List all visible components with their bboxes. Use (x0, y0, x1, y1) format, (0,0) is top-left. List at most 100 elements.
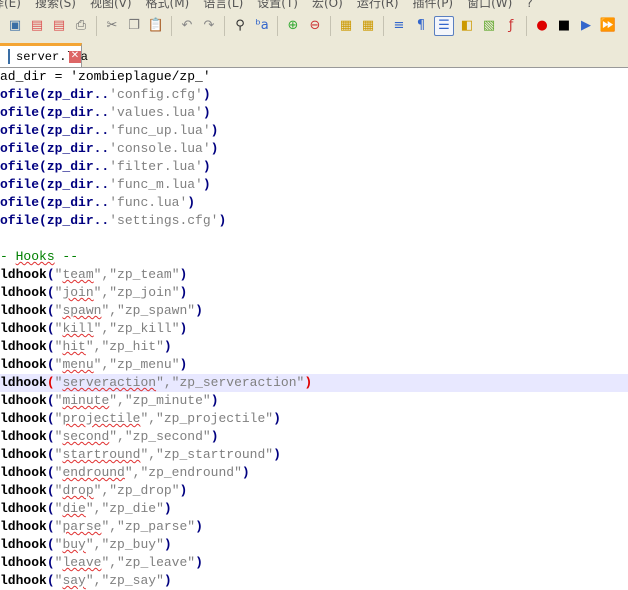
tab-server-lua[interactable]: server.lua ✕ (0, 43, 88, 67)
save-all-icon[interactable]: ▣ (6, 17, 24, 35)
hook-name: minute (62, 393, 110, 408)
replace-icon[interactable]: ᵇa (253, 17, 271, 35)
paren: ( (46, 555, 55, 570)
code-line: ofile(zp_dir..'filter.lua') (0, 158, 628, 176)
menu-item[interactable]: 格式(M) (146, 0, 190, 10)
find-icon[interactable]: ⚲ (231, 17, 249, 35)
hook-name: serveraction (62, 375, 157, 390)
menu-item[interactable]: 设置(T) (257, 0, 298, 10)
separator (526, 15, 527, 36)
user-lang-icon[interactable]: ◧ (458, 17, 476, 35)
redo-icon[interactable]: ↷ (200, 17, 218, 35)
string-literal: " (171, 285, 180, 300)
hook-handler: team (140, 267, 172, 282)
menu-item[interactable]: 译(E) (0, 0, 21, 10)
record-macro-icon[interactable]: ● (533, 17, 551, 35)
menu-item[interactable]: 语言(L) (203, 0, 243, 10)
string-literal: ","zp_ (101, 555, 149, 570)
code-text: (zp_dir.. (39, 195, 110, 210)
function-name: ofile (0, 195, 40, 210)
comment: - (0, 249, 16, 264)
hook-handler: hit (132, 339, 157, 354)
paren: ( (46, 483, 55, 498)
code-editor[interactable]: ad_dir = 'zombieplague/zp_' ofile(zp_dir.… (0, 68, 628, 590)
toolbar: ▣ ▤ ▤ ⎙ ✂ ❐ 📋 ↶ ↷ ⚲ ᵇa ⊕ ⊖ ▦ ▦ ≡ ¶ ☰ ◧ ▧… (0, 10, 628, 41)
code-line: ofile(zp_dir..'func_up.lua') (0, 122, 628, 140)
close-tab-icon[interactable]: ✕ (69, 51, 81, 63)
menu-item[interactable]: 插件(P) (413, 0, 454, 10)
code-text: (zp_dir.. (39, 159, 110, 174)
paren: ( (46, 537, 55, 552)
hook-handler: drop (140, 483, 172, 498)
run-macro-multiple-icon[interactable]: ⏩ (599, 17, 617, 35)
code-line: ldhook("startround","zp_startround") (0, 446, 628, 464)
function-name: ldhook (0, 411, 47, 426)
paren: ( (46, 321, 55, 336)
function-name: ldhook (0, 465, 47, 480)
string-literal: ","zp_ (109, 393, 157, 408)
function-name: ldhook (0, 285, 47, 300)
paren: ) (179, 321, 188, 336)
menu-item[interactable]: 搜索(S) (35, 0, 76, 10)
sync-vertical-icon[interactable]: ▦ (337, 17, 355, 35)
paren: ( (46, 465, 55, 480)
function-name: ldhook (0, 393, 47, 408)
code-line: - Hooks -- (0, 248, 628, 266)
paren: ) (163, 501, 172, 516)
file-saved-icon (8, 49, 10, 64)
undo-icon[interactable]: ↶ (178, 17, 196, 35)
hook-handler: leave (148, 555, 188, 570)
function-list-icon[interactable]: ƒ (502, 17, 520, 35)
string-literal: 'config.cfg' (109, 87, 203, 102)
cut-icon[interactable]: ✂ (103, 17, 121, 35)
menu-item[interactable]: 视图(V) (90, 0, 132, 10)
function-name: ldhook (0, 357, 47, 372)
close-icon[interactable]: ▤ (28, 17, 46, 35)
tab-bar: server.lua ✕ (0, 41, 628, 68)
zoom-in-icon[interactable]: ⊕ (284, 17, 302, 35)
function-name: ldhook (0, 303, 47, 318)
string-literal: " (265, 447, 274, 462)
code-line: ad_dir = 'zombieplague/zp_' (0, 68, 628, 86)
play-macro-icon[interactable]: ▶ (577, 17, 595, 35)
code-text: ad_dir = 'zombieplague/zp_' (0, 69, 211, 84)
paren: ) (179, 483, 188, 498)
stop-macro-icon[interactable]: ■ (555, 17, 573, 35)
hook-name: drop (62, 483, 94, 498)
code-line: ofile(zp_dir..'config.cfg') (0, 86, 628, 104)
string-literal: " (187, 519, 196, 534)
doc-map-icon[interactable]: ▧ (480, 17, 498, 35)
menu-bar: 译(E) 搜索(S) 视图(V) 格式(M) 语言(L) 设置(T) 宏(O) 运行(R) 插件… (0, 0, 628, 10)
paren: ) (202, 105, 211, 120)
string-literal: ","zp_ (140, 411, 188, 426)
string-literal: " (156, 339, 164, 354)
string-literal: ","zp_ (101, 519, 149, 534)
string-literal: " (156, 537, 164, 552)
menu-item[interactable]: 运行(R) (357, 0, 399, 10)
paren: ) (202, 177, 211, 192)
menu-item[interactable]: ? (526, 0, 532, 10)
function-name: ofile (0, 123, 40, 138)
code-text: (zp_dir.. (39, 177, 110, 192)
copy-icon[interactable]: ❐ (125, 17, 143, 35)
word-wrap-icon[interactable]: ≡ (390, 17, 408, 35)
show-all-chars-icon[interactable]: ¶ (412, 17, 430, 35)
hook-handler: join (140, 285, 172, 300)
menu-item[interactable]: 窗口(W) (467, 0, 512, 10)
hook-name: team (62, 267, 94, 282)
indent-guide-icon[interactable]: ☰ (434, 15, 454, 36)
menu-item[interactable]: 宏(O) (312, 0, 343, 10)
close-all-icon[interactable]: ▤ (50, 17, 68, 35)
paste-icon[interactable]: 📋 (147, 17, 165, 35)
print-icon[interactable]: ⎙ (72, 17, 90, 35)
function-name: ldhook (0, 483, 47, 498)
code-line: ofile(zp_dir..'func_m.lua') (0, 176, 628, 194)
zoom-out-icon[interactable]: ⊖ (306, 17, 324, 35)
sync-horizontal-icon[interactable]: ▦ (359, 17, 377, 35)
string-literal: " (202, 429, 211, 444)
hook-handler: kill (140, 321, 172, 336)
paren: ) (163, 537, 172, 552)
paren: ) (304, 375, 313, 390)
paren: ( (46, 501, 55, 516)
